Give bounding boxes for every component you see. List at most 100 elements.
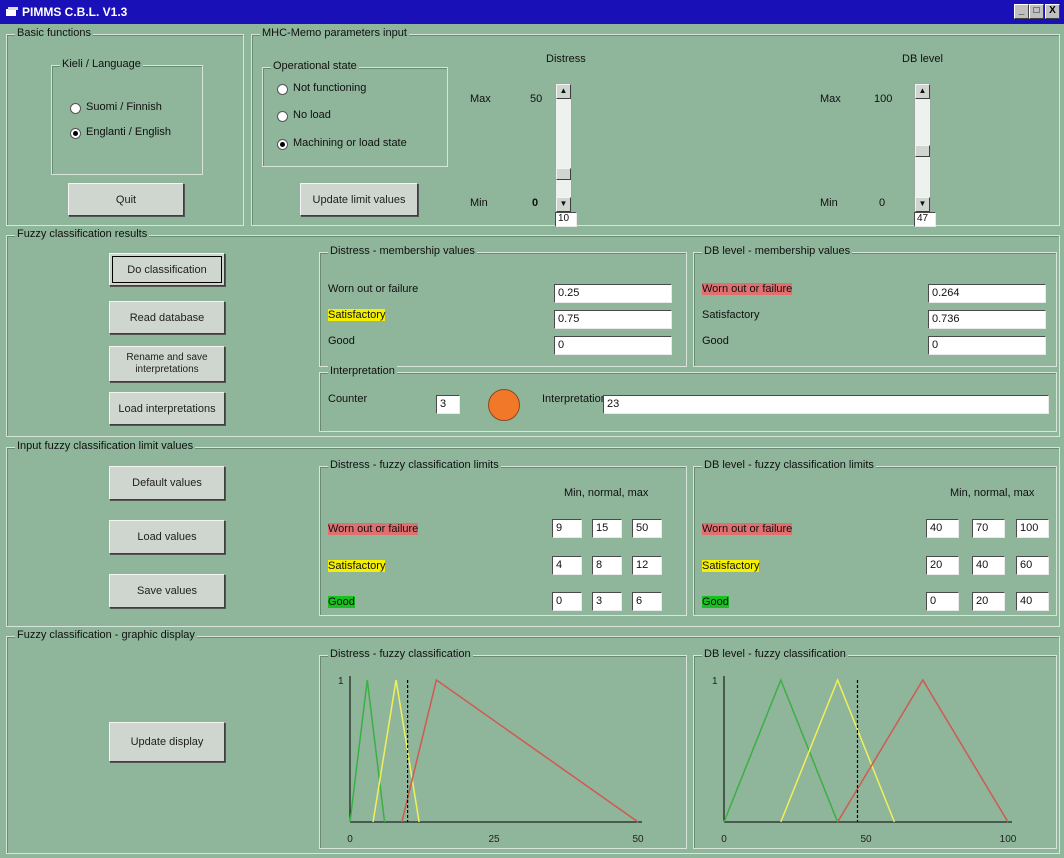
distress-limits-group: Distress - fuzzy classification limits M… bbox=[319, 459, 687, 616]
update-display-button[interactable]: Update display bbox=[109, 722, 225, 762]
limits-group: Input fuzzy classification limit values … bbox=[6, 440, 1060, 627]
db-limits-header: Min, normal, max bbox=[950, 487, 1035, 499]
rename-save-interpretations-button[interactable]: Rename and save interpretations bbox=[109, 346, 225, 382]
distress-satisfactory-max[interactable]: 12 bbox=[632, 556, 662, 575]
load-interpretations-button[interactable]: Load interpretations bbox=[109, 392, 225, 425]
distress-good-min[interactable]: 0 bbox=[552, 592, 582, 611]
db-limit-worn-label: Worn out or failure bbox=[702, 523, 793, 535]
db-satisfactory-min[interactable]: 20 bbox=[926, 556, 959, 575]
scroll-up-arrow-icon[interactable]: ▲ bbox=[915, 84, 930, 99]
db-level-scrollbar[interactable]: ▲ ▼ bbox=[914, 83, 931, 213]
distress-membership-title: Distress - membership values bbox=[328, 245, 477, 257]
default-values-button[interactable]: Default values bbox=[109, 466, 225, 500]
scroll-down-arrow-icon[interactable]: ▼ bbox=[915, 197, 930, 212]
basic-functions-group: Basic functions Kieli / Language Suomi /… bbox=[6, 27, 244, 226]
db-min-value: 0 bbox=[879, 197, 886, 209]
minimize-button[interactable]: _ bbox=[1014, 4, 1029, 19]
db-worn-max[interactable]: 100 bbox=[1016, 519, 1049, 538]
radio-not-functioning[interactable] bbox=[277, 84, 288, 95]
interpretation-group: Interpretation Counter 3 Interpretation … bbox=[319, 365, 1057, 432]
radio-no-load[interactable] bbox=[277, 111, 288, 122]
counter-label: Counter bbox=[328, 393, 368, 405]
operational-state-group: Operational state Not functioning No loa… bbox=[262, 60, 448, 167]
db-chart-group: DB level - fuzzy classification 1 0 50 100 bbox=[693, 648, 1057, 849]
db-scroll-thumb[interactable] bbox=[915, 144, 930, 157]
membership-series-1 bbox=[780, 677, 896, 823]
db-satisfactory-max[interactable]: 60 bbox=[1016, 556, 1049, 575]
distress-value-field[interactable]: 10 bbox=[555, 212, 577, 227]
distress-satisfactory-label: Satisfactory bbox=[328, 309, 386, 321]
x-tick-label: 100 bbox=[1000, 834, 1017, 845]
load-values-button[interactable]: Load values bbox=[109, 520, 225, 554]
db-min-label: Min bbox=[820, 197, 838, 209]
db-limits-group: DB level - fuzzy classification limits M… bbox=[693, 459, 1057, 616]
distress-worn-max[interactable]: 50 bbox=[632, 519, 662, 538]
distress-worn-normal[interactable]: 15 bbox=[592, 519, 622, 538]
app-icon bbox=[6, 7, 18, 16]
membership-series-2 bbox=[836, 678, 1009, 823]
distress-worn-label: Worn out or failure bbox=[328, 283, 419, 295]
db-max-value: 100 bbox=[874, 93, 893, 105]
x-tick-label: 0 bbox=[347, 834, 353, 845]
distress-worn-min[interactable]: 9 bbox=[552, 519, 582, 538]
close-button[interactable]: X bbox=[1045, 4, 1060, 19]
x-tick-label: 50 bbox=[860, 834, 872, 845]
scroll-up-arrow-icon[interactable]: ▲ bbox=[556, 84, 571, 99]
quit-button[interactable]: Quit bbox=[68, 183, 184, 216]
distress-satisfactory-min[interactable]: 4 bbox=[552, 556, 582, 575]
distress-scrollbar[interactable]: ▲ ▼ bbox=[555, 83, 572, 213]
parameters-group: MHC-Memo parameters input Operational st… bbox=[251, 27, 1060, 227]
label-machining: Machining or load state bbox=[293, 137, 407, 149]
label-not-functioning: Not functioning bbox=[293, 82, 367, 94]
label-english: Englanti / English bbox=[86, 126, 171, 138]
db-value-field[interactable]: 47 bbox=[914, 212, 936, 227]
save-values-button[interactable]: Save values bbox=[109, 574, 225, 608]
results-group: Fuzzy classification results Do classifi… bbox=[6, 228, 1060, 437]
distress-label: Distress bbox=[546, 53, 586, 65]
distress-limit-satisfactory-label: Satisfactory bbox=[328, 560, 386, 572]
membership-series-0 bbox=[723, 677, 839, 823]
radio-english[interactable] bbox=[70, 128, 81, 139]
db-worn-label: Worn out or failure bbox=[702, 283, 793, 295]
distress-satisfactory-value[interactable]: 0.75 bbox=[554, 310, 672, 329]
do-classification-button[interactable]: Do classification bbox=[109, 253, 225, 286]
db-worn-value[interactable]: 0.264 bbox=[928, 284, 1046, 303]
results-title: Fuzzy classification results bbox=[15, 228, 150, 240]
read-database-button[interactable]: Read database bbox=[109, 301, 225, 334]
membership-series-0 bbox=[349, 679, 386, 823]
graphic-title: Fuzzy classification - graphic display bbox=[15, 629, 197, 641]
scroll-down-arrow-icon[interactable]: ▼ bbox=[556, 197, 571, 212]
maximize-button[interactable]: □ bbox=[1029, 4, 1044, 19]
distress-good-normal[interactable]: 3 bbox=[592, 592, 622, 611]
radio-finnish[interactable] bbox=[70, 103, 81, 114]
distress-good-max[interactable]: 6 bbox=[632, 592, 662, 611]
db-satisfactory-normal[interactable]: 40 bbox=[972, 556, 1005, 575]
interpretation-title: Interpretation bbox=[328, 365, 397, 377]
db-worn-normal[interactable]: 70 bbox=[972, 519, 1005, 538]
db-worn-min[interactable]: 40 bbox=[926, 519, 959, 538]
distress-min-label: Min bbox=[470, 197, 488, 209]
update-limit-values-button[interactable]: Update limit values bbox=[300, 183, 418, 216]
db-satisfactory-value[interactable]: 0.736 bbox=[928, 310, 1046, 329]
distress-scroll-thumb[interactable] bbox=[556, 167, 571, 180]
db-level-label: DB level bbox=[902, 53, 943, 65]
distress-satisfactory-normal[interactable]: 8 bbox=[592, 556, 622, 575]
radio-machining[interactable] bbox=[277, 139, 288, 150]
db-good-value[interactable]: 0 bbox=[928, 336, 1046, 355]
interpretation-field[interactable]: 23 bbox=[603, 395, 1049, 414]
distress-limit-good-label: Good bbox=[328, 596, 355, 608]
db-membership-group: DB level - membership values Worn out or… bbox=[693, 245, 1057, 367]
title-bar[interactable]: PIMMS C.B.L. V1.3 _ □ X bbox=[0, 0, 1064, 24]
db-membership-title: DB level - membership values bbox=[702, 245, 853, 257]
db-good-min[interactable]: 0 bbox=[926, 592, 959, 611]
distress-worn-value[interactable]: 0.25 bbox=[554, 284, 672, 303]
language-group: Kieli / Language Suomi / Finnish Englant… bbox=[51, 58, 203, 175]
db-good-max[interactable]: 40 bbox=[1016, 592, 1049, 611]
distress-max-label: Max bbox=[470, 93, 491, 105]
interpretation-label: Interpretation bbox=[542, 393, 607, 405]
distress-good-value[interactable]: 0 bbox=[554, 336, 672, 355]
distress-chart: 1 0 25 50 bbox=[338, 676, 644, 845]
counter-field[interactable]: 3 bbox=[436, 395, 460, 414]
db-good-normal[interactable]: 20 bbox=[972, 592, 1005, 611]
label-no-load: No load bbox=[293, 109, 331, 121]
